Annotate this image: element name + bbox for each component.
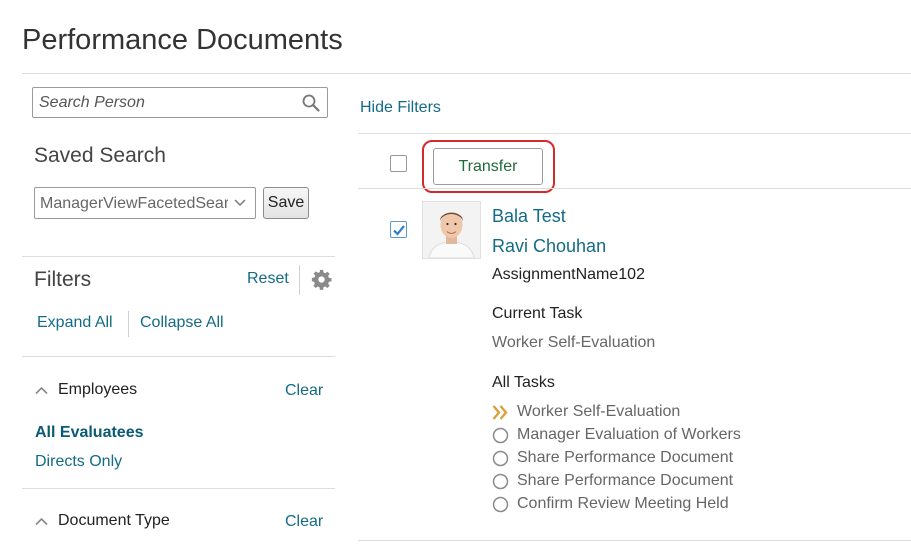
divider: [358, 188, 911, 189]
task-label: Share Performance Document: [517, 472, 734, 489]
expand-all-link[interactable]: Expand All: [37, 314, 113, 332]
employees-section-toggle[interactable]: Employees: [58, 381, 137, 399]
filters-heading: Filters: [34, 268, 92, 291]
document-type-clear-link[interactable]: Clear: [285, 513, 323, 531]
filter-option-directs-only[interactable]: Directs Only: [35, 453, 122, 471]
saved-search-select[interactable]: ManagerViewFacetedSearch: [34, 187, 256, 219]
divider: [128, 311, 129, 337]
circle-icon: [492, 496, 509, 513]
transfer-highlight-outline: [422, 140, 555, 193]
current-task-heading: Current Task: [492, 305, 583, 322]
gear-icon[interactable]: [311, 269, 332, 290]
chevron-up-icon[interactable]: [35, 517, 48, 526]
saved-search-label: Saved Search: [34, 144, 166, 167]
select-all-checkbox[interactable]: [390, 155, 407, 172]
divider: [22, 488, 335, 489]
document-type-section-toggle[interactable]: Document Type: [58, 512, 170, 530]
task-label: Worker Self-Evaluation: [517, 403, 681, 420]
chevron-down-icon: [234, 199, 246, 207]
task-label: Manager Evaluation of Workers: [517, 426, 741, 443]
task-label: Confirm Review Meeting Held: [517, 495, 729, 512]
current-task-value: Worker Self-Evaluation: [492, 334, 656, 351]
filter-option-all-evaluatees[interactable]: All Evaluatees: [35, 424, 144, 442]
divider: [358, 133, 911, 134]
search-person-box[interactable]: [32, 87, 328, 118]
person-photo-icon: [423, 202, 480, 258]
task-label: Share Performance Document: [517, 449, 734, 466]
person-name-link[interactable]: Bala Test: [492, 206, 566, 227]
manager-name-link[interactable]: Ravi Chouhan: [492, 236, 606, 257]
hide-filters-link[interactable]: Hide Filters: [360, 99, 441, 117]
row-select-checkbox[interactable]: [390, 221, 407, 238]
search-icon[interactable]: [301, 93, 321, 113]
circle-icon: [492, 427, 509, 444]
divider: [22, 356, 335, 357]
divider: [358, 540, 911, 541]
double-chevron-right-icon: [492, 405, 508, 420]
checkmark-icon: [393, 225, 405, 236]
collapse-all-link[interactable]: Collapse All: [140, 314, 224, 332]
all-tasks-heading: All Tasks: [492, 374, 555, 391]
saved-search-value: ManagerViewFacetedSearch: [40, 195, 228, 212]
save-button[interactable]: Save: [263, 187, 309, 219]
assignment-name: AssignmentName102: [492, 266, 645, 283]
search-input[interactable]: [39, 92, 289, 114]
page-title: Performance Documents: [22, 24, 343, 56]
reset-link[interactable]: Reset: [247, 270, 289, 288]
title-divider: [22, 73, 911, 74]
divider: [22, 256, 335, 257]
divider: [299, 265, 300, 295]
chevron-up-icon[interactable]: [35, 386, 48, 395]
circle-icon: [492, 473, 509, 490]
employees-clear-link[interactable]: Clear: [285, 382, 323, 400]
circle-icon: [492, 450, 509, 467]
avatar: [422, 201, 481, 259]
